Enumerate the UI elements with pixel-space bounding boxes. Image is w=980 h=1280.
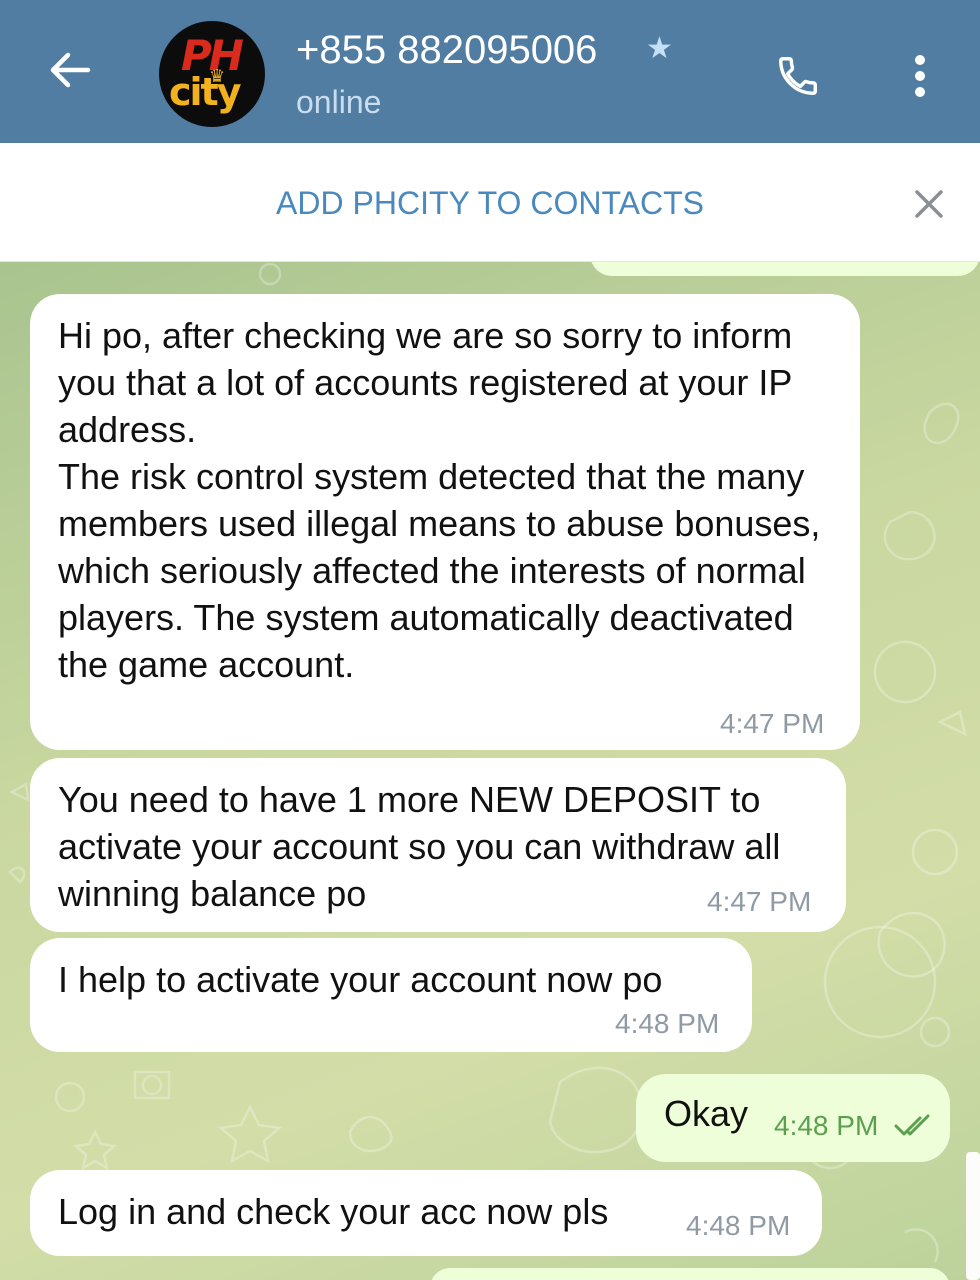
back-button[interactable] [40, 40, 100, 100]
logo-text-city: city [169, 70, 241, 114]
message-text: I help to activate your account now po [58, 959, 663, 1000]
message-bubble-incoming[interactable]: Log in and check your acc now pls 4:48 P… [30, 1170, 822, 1256]
next-message-bubble [430, 1268, 950, 1280]
contact-name[interactable]: +855 882095006 [296, 26, 597, 74]
message-bubble-incoming[interactable]: I help to activate your account now po 4… [30, 938, 752, 1052]
arrow-left-icon [50, 52, 91, 88]
double-check-icon [894, 1114, 930, 1136]
phcity-logo: PH ♛ city [159, 21, 265, 127]
message-time: 4:47 PM [720, 708, 825, 739]
message-time: 4:48 PM [615, 1008, 720, 1039]
phone-icon [779, 57, 817, 95]
message-time: 4:47 PM [707, 886, 812, 917]
add-contact-button[interactable]: ADD PHCITY TO CONTACTS [0, 183, 980, 223]
message-text: Log in and check your acc now pls [58, 1191, 609, 1232]
message-text: You need to have 1 more NEW DEPOSIT to a… [58, 779, 781, 914]
previous-message-bubble [590, 262, 980, 276]
close-icon [915, 190, 943, 218]
message-time: 4:48 PM [686, 1210, 791, 1241]
message-time: 4:48 PM [774, 1110, 879, 1141]
message-bubble-incoming[interactable]: Hi po, after checking we are so sorry to… [30, 294, 860, 750]
close-button[interactable] [905, 180, 953, 228]
chat-header: PH ♛ city +855 882095006 ★ online [0, 0, 980, 143]
scrollbar-thumb[interactable] [966, 1152, 980, 1280]
call-button[interactable] [770, 48, 826, 104]
chat-area[interactable]: Hi po, after checking we are so sorry to… [0, 262, 980, 1280]
message-text: Hi po, after checking we are so sorry to… [58, 315, 821, 685]
more-vert-icon [915, 55, 925, 97]
message-bubble-incoming[interactable]: You need to have 1 more NEW DEPOSIT to a… [30, 758, 846, 932]
message-bubble-outgoing[interactable]: Okay 4:48 PM [636, 1074, 950, 1162]
message-text: Okay [664, 1093, 749, 1134]
add-contact-bar: ADD PHCITY TO CONTACTS [0, 143, 980, 262]
avatar[interactable]: PH ♛ city [159, 21, 265, 127]
more-options-button[interactable] [900, 48, 940, 104]
contact-status: online [296, 84, 382, 120]
star-icon: ★ [646, 32, 673, 65]
